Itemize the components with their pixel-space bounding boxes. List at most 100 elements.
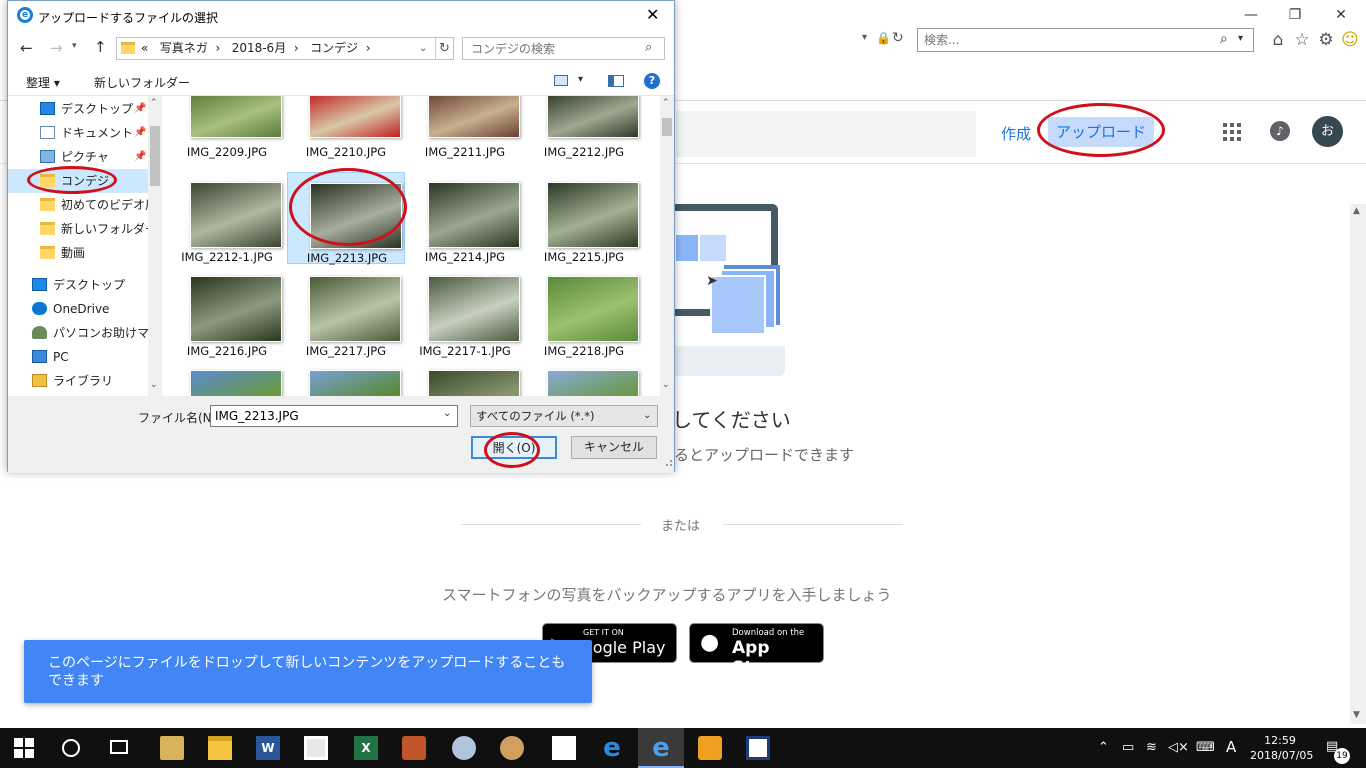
nav-item[interactable]: コンデジ xyxy=(8,169,148,193)
search-icon[interactable]: ⌕ xyxy=(1220,31,1228,47)
file-tile[interactable]: IMG_2214.JPG xyxy=(406,172,524,264)
scroll-down-icon[interactable]: ⌄ xyxy=(662,380,670,390)
app-store-badge[interactable]: ● Download on the App Store xyxy=(689,623,824,678)
orange-app-icon[interactable] xyxy=(698,736,722,760)
nav-item[interactable]: パソコンお助けマン xyxy=(8,321,148,345)
refresh-icon[interactable]: ↻ xyxy=(435,38,450,59)
nav-item[interactable]: PC xyxy=(8,345,148,369)
file-tile[interactable] xyxy=(287,360,405,396)
gear-icon[interactable]: ⚙ xyxy=(1316,30,1336,50)
scroll-thumb[interactable] xyxy=(662,118,672,136)
file-tile[interactable]: IMG_2216.JPG xyxy=(168,266,286,358)
bell-icon[interactable]: ♪ xyxy=(1270,121,1290,141)
file-explorer-icon[interactable] xyxy=(208,736,232,760)
scroll-up-icon[interactable]: ▲ xyxy=(1353,206,1360,216)
chevron-up-icon[interactable]: ⌃ xyxy=(1098,740,1109,755)
sticky-notes-icon[interactable] xyxy=(552,736,576,760)
close-icon[interactable]: ✕ xyxy=(646,5,659,24)
cortana-search-icon[interactable] xyxy=(62,739,80,757)
scroll-up-icon[interactable]: ⌃ xyxy=(150,98,158,108)
smiley-feedback-icon[interactable]: ☺ xyxy=(1340,30,1360,50)
nav-item[interactable]: デスクトップ 📌 xyxy=(8,97,148,121)
restore-button[interactable]: ❐ xyxy=(1272,4,1318,26)
scroll-down-icon[interactable]: ⌄ xyxy=(150,380,158,390)
breadcrumb[interactable]: « 写真ネガ › 2018-6月 › コンデジ › ⌄ ↻ xyxy=(116,37,454,60)
file-tile[interactable]: IMG_2209.JPG xyxy=(168,96,286,180)
breadcrumb-overflow[interactable]: « xyxy=(141,41,148,55)
avatar[interactable]: お xyxy=(1312,116,1343,147)
nav-item[interactable]: 動画 xyxy=(8,241,148,265)
back-arrow-icon[interactable]: ← xyxy=(20,39,33,57)
file-tile[interactable] xyxy=(406,360,524,396)
file-tile[interactable] xyxy=(525,360,643,396)
chevron-down-icon[interactable]: ▾ xyxy=(578,74,583,85)
organize-button[interactable]: 整理 ▾ xyxy=(26,74,60,91)
favorites-star-icon[interactable]: ☆ xyxy=(1292,30,1312,50)
keyboard-icon[interactable]: ⌨ xyxy=(1196,740,1215,755)
scroll-down-icon[interactable]: ▼ xyxy=(1353,710,1360,720)
battery-icon[interactable]: ▭ xyxy=(1122,740,1134,755)
resize-grip-icon[interactable] xyxy=(666,460,672,466)
open-button[interactable]: 開く(O) xyxy=(471,436,557,459)
apps-grid-icon[interactable] xyxy=(1223,123,1241,141)
clock[interactable]: 12:59 2018/07/05 xyxy=(1250,733,1313,763)
cancel-button[interactable]: キャンセル xyxy=(571,436,657,459)
palette-icon[interactable] xyxy=(500,736,524,760)
nav-item[interactable]: ドキュメント 📌 xyxy=(8,121,148,145)
excel-icon[interactable]: X xyxy=(354,736,378,760)
create-link[interactable]: 作成 xyxy=(1001,123,1031,144)
new-folder-button[interactable]: 新しいフォルダー xyxy=(94,74,190,91)
chevron-down-icon[interactable]: ▾ xyxy=(72,41,77,51)
breadcrumb-item[interactable]: 2018-6月 xyxy=(232,41,287,55)
start-windows-icon[interactable] xyxy=(14,738,34,758)
file-type-filter[interactable]: すべてのファイル (*.*) ⌄ xyxy=(470,405,658,427)
browser-search-box[interactable]: ⌕ ▾ xyxy=(917,28,1254,52)
file-tile[interactable]: IMG_2217-1.JPG xyxy=(406,266,524,358)
file-tile[interactable]: IMG_2213.JPG xyxy=(287,172,405,265)
file-tile[interactable] xyxy=(168,360,286,396)
browser-search-input[interactable] xyxy=(918,29,1198,51)
store-icon[interactable] xyxy=(304,736,328,760)
up-arrow-icon[interactable]: ↑ xyxy=(94,38,107,56)
chevron-down-icon[interactable]: ⌄ xyxy=(419,38,427,59)
edge-icon[interactable]: e xyxy=(600,735,624,761)
scroll-up-icon[interactable]: ⌃ xyxy=(662,98,670,108)
toolbox-app-icon[interactable] xyxy=(402,736,426,760)
dialog-search-box[interactable]: ⌕ xyxy=(462,37,665,60)
chevron-down-icon[interactable]: ⌄ xyxy=(443,408,451,419)
breadcrumb-item[interactable]: 写真ネガ xyxy=(160,41,208,55)
nav-item[interactable]: ピクチャ 📌 xyxy=(8,145,148,169)
nav-item[interactable]: OneDrive xyxy=(8,297,148,321)
address-bar-tail[interactable]: ▾ 🔒 ↻ xyxy=(676,28,912,52)
task-view-icon[interactable] xyxy=(110,740,128,754)
filename-field[interactable]: ⌄ xyxy=(210,405,458,427)
scroll-thumb[interactable] xyxy=(150,126,160,186)
file-tile[interactable]: IMG_2218.JPG xyxy=(525,266,643,358)
nav-item[interactable]: ライブラリ xyxy=(8,369,148,393)
breadcrumb-item[interactable]: コンデジ xyxy=(310,41,358,55)
home-icon[interactable]: ⌂ xyxy=(1268,30,1288,50)
file-list-scrollbar[interactable]: ⌃ ⌄ xyxy=(660,96,674,396)
help-icon[interactable]: ? xyxy=(644,73,660,89)
news-app-icon[interactable] xyxy=(746,736,770,760)
nav-item[interactable]: デスクトップ xyxy=(8,273,148,297)
chevron-down-icon[interactable]: ▾ xyxy=(1238,33,1243,44)
dialog-search-input[interactable] xyxy=(463,38,638,59)
wifi-icon[interactable]: ≋ xyxy=(1146,740,1157,755)
search-icon[interactable]: ⌕ xyxy=(645,40,652,55)
ie-taskbar-active[interactable]: e xyxy=(638,728,684,768)
filename-input[interactable] xyxy=(211,406,439,426)
nav-item[interactable]: 新しいフォルダー xyxy=(8,217,148,241)
paint-brush-icon[interactable] xyxy=(452,736,476,760)
mail-app-icon[interactable] xyxy=(160,736,184,760)
volume-muted-icon[interactable]: ◁× xyxy=(1168,740,1189,755)
nav-pane-scrollbar[interactable]: ⌃ ⌄ xyxy=(148,96,162,396)
file-tile[interactable]: IMG_2212-1.JPG xyxy=(168,172,286,264)
chevron-down-icon[interactable]: ▾ xyxy=(862,32,867,43)
word-icon[interactable]: W xyxy=(256,736,280,760)
file-tile[interactable]: IMG_2212.JPG xyxy=(525,96,643,180)
view-options-icon[interactable] xyxy=(554,75,568,86)
pin-icon[interactable]: 📌 xyxy=(134,97,146,121)
file-tile[interactable]: IMG_2217.JPG xyxy=(287,266,405,358)
file-tile[interactable]: IMG_2215.JPG xyxy=(525,172,643,264)
